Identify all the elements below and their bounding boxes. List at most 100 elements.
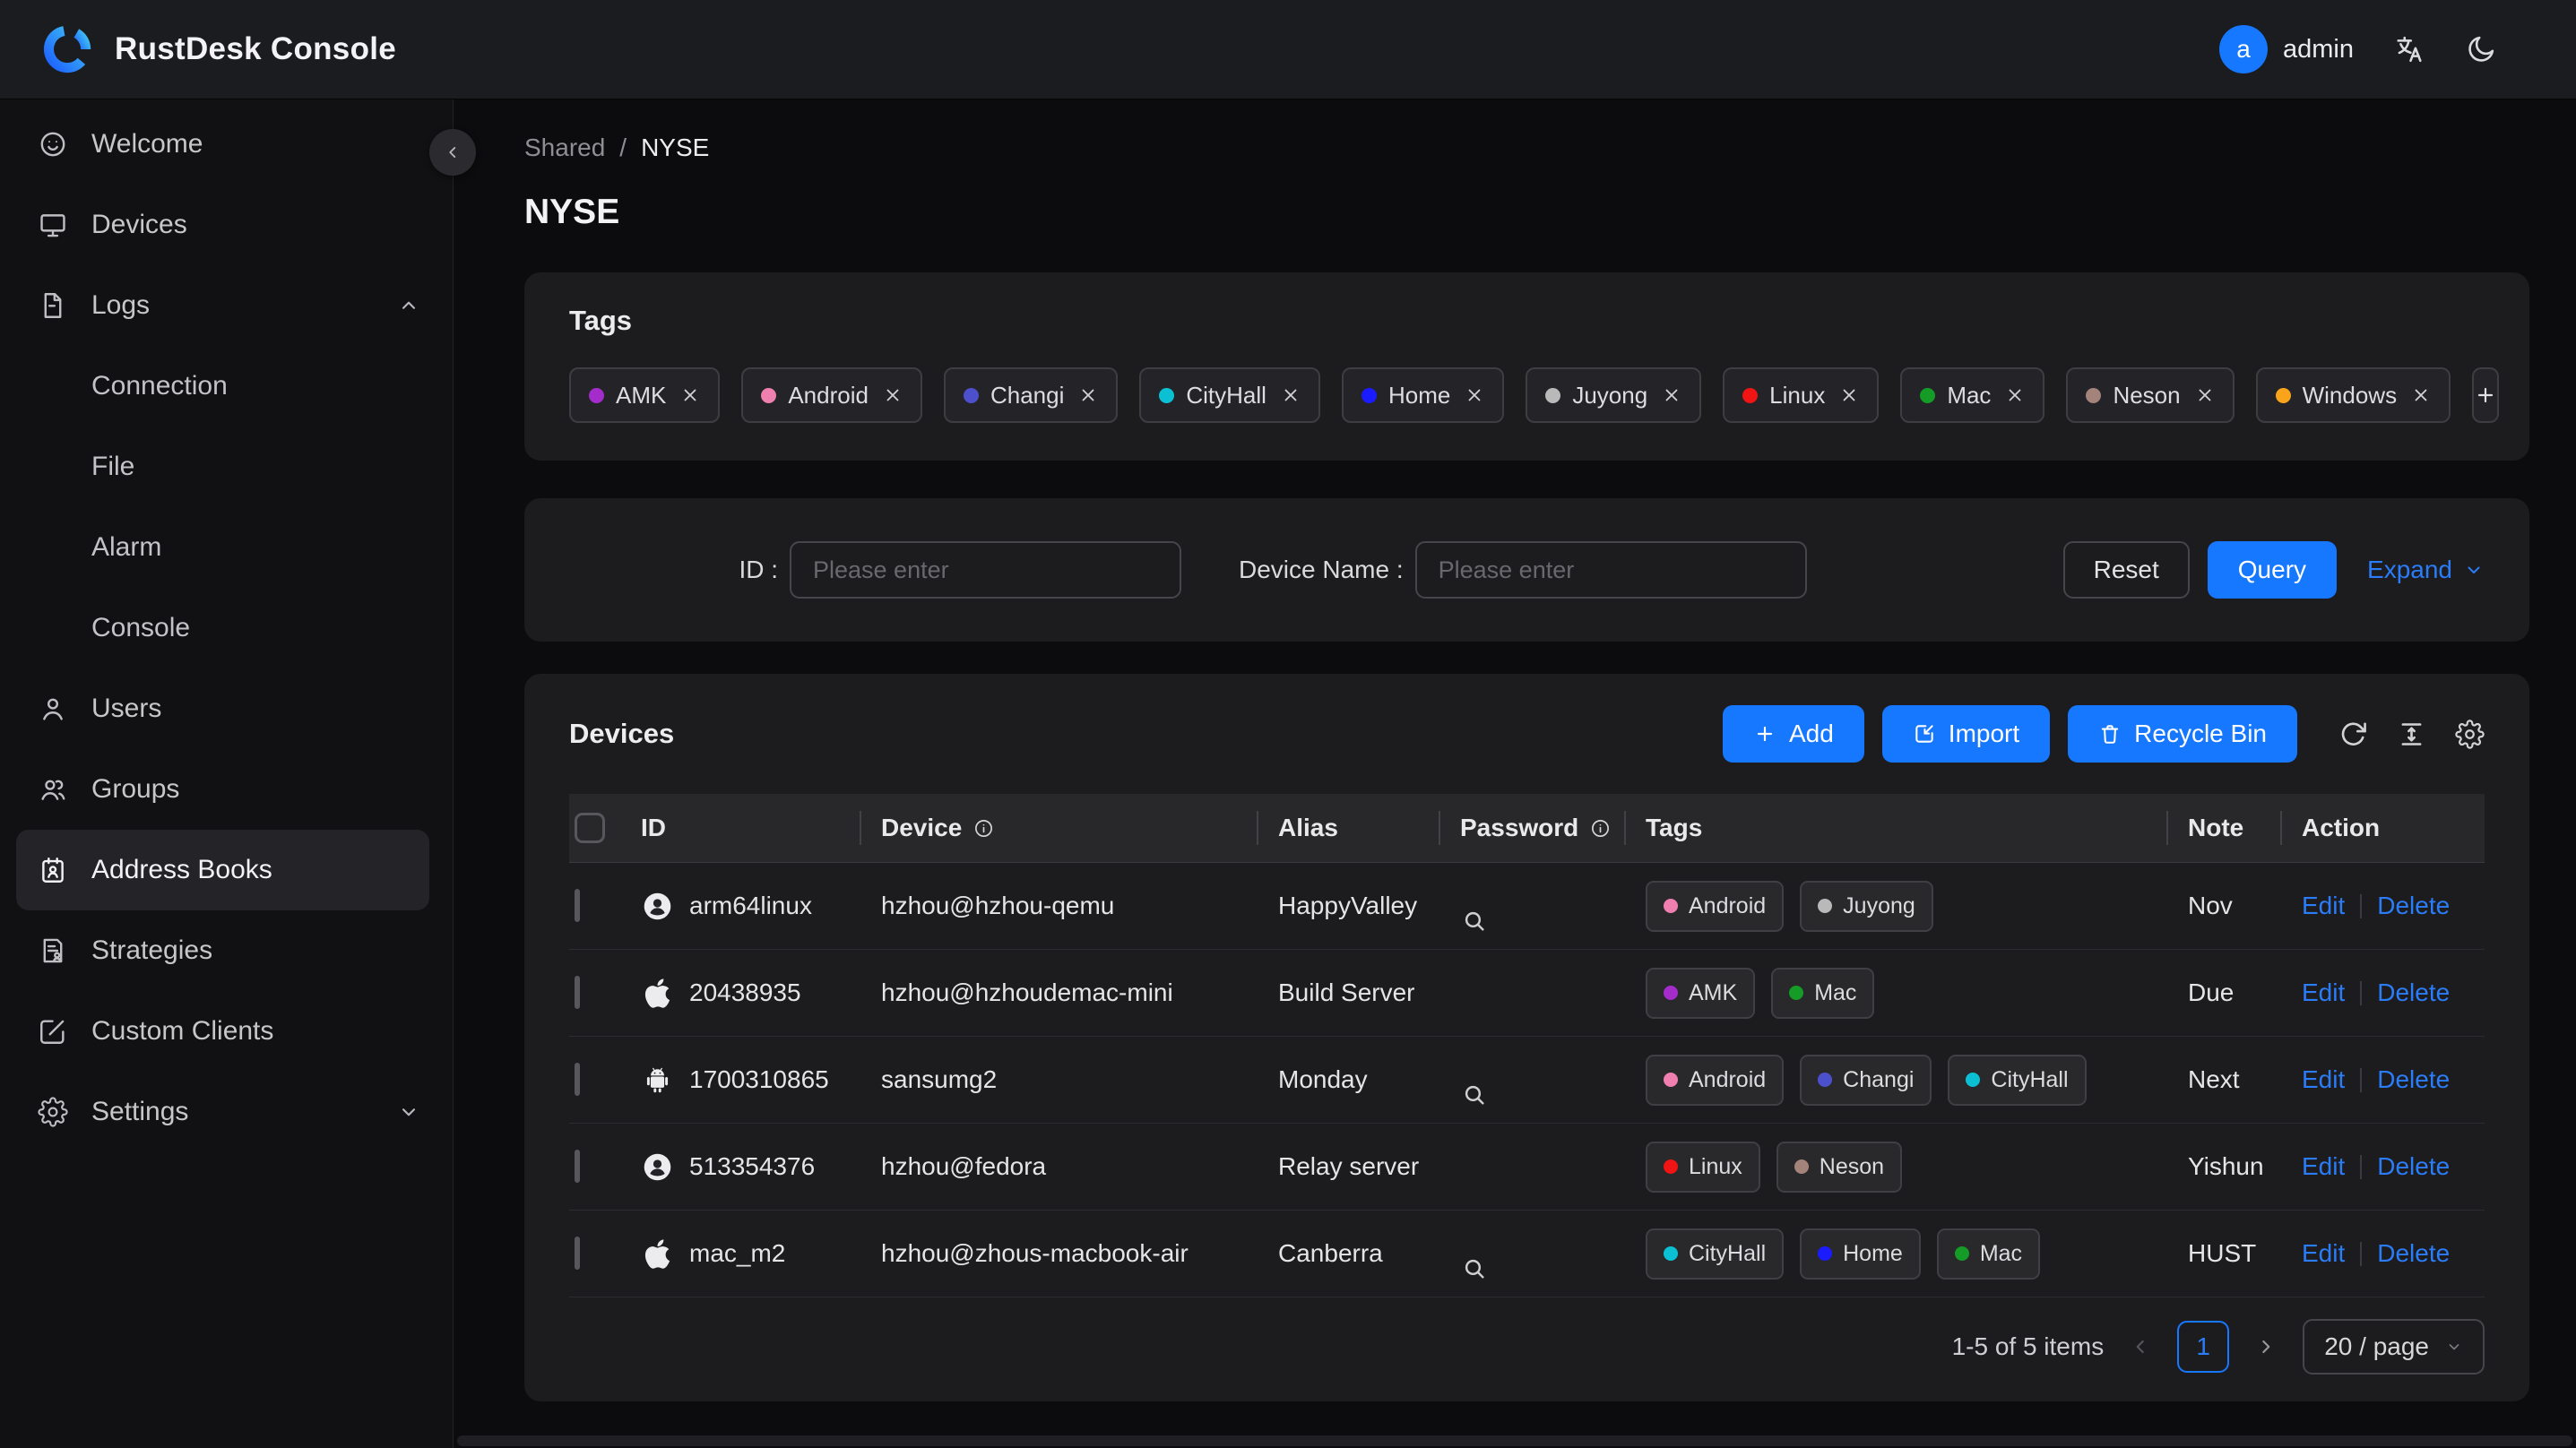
- sidebar-item-connection[interactable]: Connection: [0, 346, 453, 427]
- column-label: ID: [641, 814, 666, 841]
- sidebar-item-settings[interactable]: Settings: [0, 1072, 453, 1152]
- select-all-checkbox[interactable]: [575, 813, 605, 843]
- sidebar-item-file[interactable]: File: [0, 427, 453, 507]
- id-cell: 1700310865: [635, 1064, 860, 1097]
- breadcrumb-separator: /: [619, 134, 627, 161]
- row-tag-android: Android: [1646, 1054, 1785, 1106]
- alias-cell: HappyValley: [1278, 892, 1418, 919]
- row-tag-amk: AMK: [1646, 967, 1756, 1019]
- remove-tag-icon[interactable]: [2195, 385, 2215, 405]
- column-label: Device: [881, 814, 963, 841]
- tag-color-dot: [1818, 1073, 1833, 1087]
- address-book-icon: [38, 855, 68, 885]
- reset-button[interactable]: Reset: [2062, 541, 2190, 599]
- delete-link[interactable]: Delete: [2377, 892, 2450, 920]
- horizontal-scrollbar[interactable]: [457, 1435, 2572, 1446]
- sidebar-collapse-button[interactable]: [429, 129, 476, 176]
- remove-tag-icon[interactable]: [680, 385, 700, 405]
- row-height-icon[interactable]: [2397, 720, 2426, 749]
- info-icon[interactable]: [972, 817, 995, 840]
- rustdesk-logo-icon: [39, 22, 95, 77]
- tag-color-dot: [963, 387, 979, 403]
- recycle-bin-button[interactable]: Recycle Bin: [2068, 705, 2297, 763]
- tag-label: Mac: [1947, 381, 1992, 409]
- sidebar-item-address-books[interactable]: Address Books: [16, 830, 429, 910]
- next-page-icon[interactable]: [2254, 1335, 2278, 1358]
- remove-tag-icon[interactable]: [2005, 385, 2025, 405]
- delete-link[interactable]: Delete: [2377, 1065, 2450, 1094]
- edit-link[interactable]: Edit: [2302, 1152, 2345, 1181]
- id-filter-input[interactable]: [790, 541, 1181, 599]
- device-name-filter-label: Device Name :: [1239, 556, 1404, 583]
- id-filter-label: ID :: [739, 556, 778, 583]
- sidebar-item-strategies[interactable]: Strategies: [0, 910, 453, 991]
- id-cell: 513354376: [635, 1151, 860, 1184]
- tag-label: Juyong: [1572, 381, 1648, 409]
- page-size-select[interactable]: 20 / page: [2303, 1319, 2485, 1375]
- add-tag-button[interactable]: [2472, 367, 2500, 423]
- tag-label: Neson: [1819, 1153, 1885, 1179]
- sidebar-item-users[interactable]: Users: [0, 668, 453, 749]
- reveal-password-icon[interactable]: [1460, 1081, 1624, 1108]
- tag-chip-home: Home: [1341, 367, 1505, 423]
- sidebar-item-devices[interactable]: Devices: [0, 185, 453, 265]
- linux-os-icon: [641, 890, 674, 923]
- page-number-button[interactable]: 1: [2177, 1321, 2230, 1373]
- row-checkbox[interactable]: [575, 1237, 580, 1270]
- remove-tag-icon[interactable]: [1078, 385, 1098, 405]
- avatar[interactable]: a: [2219, 25, 2268, 73]
- column-label: Alias: [1278, 814, 1338, 841]
- note-cell: Nov: [2188, 892, 2233, 919]
- sidebar-item-console[interactable]: Console: [0, 588, 453, 668]
- edit-link[interactable]: Edit: [2302, 1239, 2345, 1268]
- delete-link[interactable]: Delete: [2377, 1152, 2450, 1181]
- reveal-password-icon[interactable]: [1460, 1254, 1624, 1282]
- import-button[interactable]: Import: [1881, 705, 2051, 763]
- dark-mode-moon-icon[interactable]: [2465, 33, 2497, 65]
- device-id: arm64linux: [689, 892, 812, 919]
- device-name-filter-input[interactable]: [1414, 541, 1807, 599]
- edit-link[interactable]: Edit: [2302, 1065, 2345, 1094]
- sidebar-item-groups[interactable]: Groups: [0, 749, 453, 830]
- chevron-up-icon: [397, 294, 420, 317]
- password-cell: [1439, 1052, 1624, 1108]
- row-checkbox[interactable]: [575, 1063, 580, 1096]
- column-label: Tags: [1646, 814, 1703, 841]
- add-button[interactable]: Add: [1722, 705, 1864, 763]
- row-checkbox[interactable]: [575, 976, 580, 1009]
- remove-tag-icon[interactable]: [2411, 385, 2431, 405]
- remove-tag-icon[interactable]: [1662, 385, 1681, 405]
- column-settings-gear-icon[interactable]: [2455, 719, 2485, 749]
- sidebar-item-label: Welcome: [91, 129, 203, 159]
- remove-tag-icon[interactable]: [1839, 385, 1859, 405]
- device-cell: hzhou@hzhou-qemu: [881, 892, 1115, 919]
- expand-toggle[interactable]: Expand: [2367, 556, 2485, 584]
- info-icon[interactable]: [1589, 817, 1612, 840]
- refresh-icon[interactable]: [2338, 720, 2368, 749]
- reveal-password-icon[interactable]: [1460, 907, 1624, 935]
- delete-link[interactable]: Delete: [2377, 1239, 2450, 1268]
- remove-tag-icon[interactable]: [1281, 385, 1301, 405]
- breadcrumb-parent[interactable]: Shared: [524, 134, 605, 162]
- tags-cell: Android Changi CityHall: [1624, 1054, 2166, 1106]
- translate-icon[interactable]: [2393, 33, 2425, 65]
- id-cell: mac_m2: [635, 1237, 860, 1271]
- action-divider: [2360, 1154, 2363, 1179]
- query-button[interactable]: Query: [2207, 541, 2338, 599]
- topbar: RustDesk Console a admin: [0, 0, 2576, 99]
- device-id: 1700310865: [689, 1065, 829, 1093]
- sidebar-item-label: Address Books: [91, 855, 272, 884]
- edit-link[interactable]: Edit: [2302, 892, 2345, 920]
- sidebar-item-logs[interactable]: Logs: [0, 265, 453, 346]
- remove-tag-icon[interactable]: [1465, 385, 1484, 405]
- delete-link[interactable]: Delete: [2377, 978, 2450, 1007]
- tag-color-dot: [761, 387, 777, 403]
- sidebar-item-alarm[interactable]: Alarm: [0, 507, 453, 588]
- edit-link[interactable]: Edit: [2302, 978, 2345, 1007]
- sidebar-item-custom-clients[interactable]: Custom Clients: [0, 991, 453, 1072]
- sidebar-item-welcome[interactable]: Welcome: [0, 104, 453, 185]
- remove-tag-icon[interactable]: [883, 385, 903, 405]
- row-checkbox[interactable]: [575, 1150, 580, 1183]
- previous-page-icon[interactable]: [2129, 1335, 2152, 1358]
- row-checkbox[interactable]: [575, 889, 580, 922]
